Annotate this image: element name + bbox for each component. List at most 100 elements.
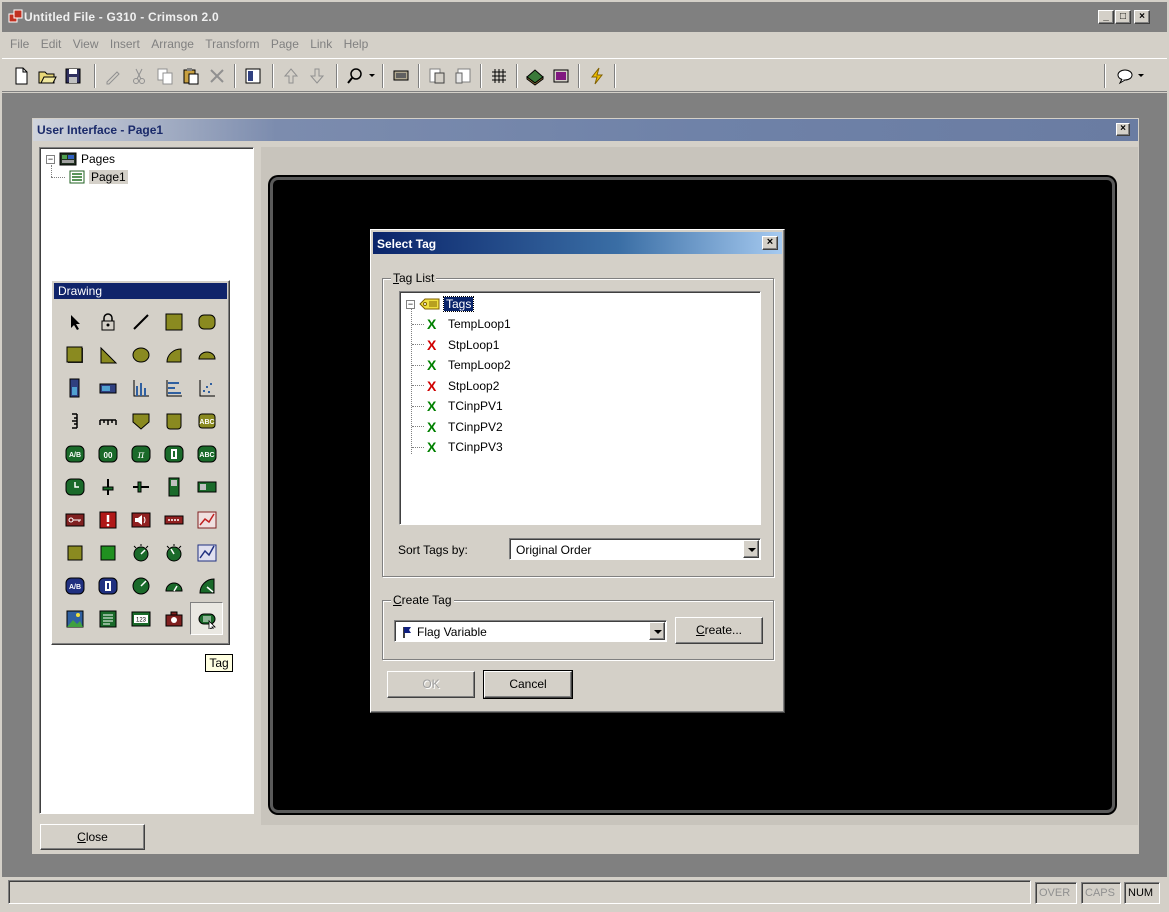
copy-icon[interactable] — [154, 65, 176, 87]
lightning-icon[interactable] — [586, 65, 608, 87]
tag-item[interactable]: X TCinpPV3 — [412, 438, 503, 456]
numeric-list-tool-icon[interactable]: 123 — [124, 602, 157, 635]
minimize-button[interactable]: _ — [1098, 10, 1114, 24]
ellipse-tool-icon[interactable] — [124, 338, 157, 371]
menu-arrange[interactable]: Arrange — [147, 34, 198, 54]
text-box-tool-icon[interactable]: ABC — [190, 404, 223, 437]
slot-tool-icon[interactable] — [157, 437, 190, 470]
sort-select[interactable]: Original Order — [509, 538, 761, 560]
dialog-close-button[interactable]: × — [762, 236, 778, 250]
camera-tool-icon[interactable] — [157, 602, 190, 635]
child-close-button[interactable]: × — [1116, 123, 1130, 136]
image-tool-icon[interactable] — [58, 602, 91, 635]
text-list-tool-icon[interactable] — [91, 602, 124, 635]
dash-button-tool-icon[interactable] — [157, 503, 190, 536]
tags-root[interactable]: − Tags — [406, 295, 475, 313]
tag-item[interactable]: X StpLoop1 — [412, 336, 499, 354]
pencil-icon[interactable] — [102, 65, 124, 87]
main-title-bar[interactable]: Untitled File - G310 - Crimson 2.0 _ □ × — [2, 2, 1167, 32]
vertical-bar-tool-icon[interactable] — [58, 371, 91, 404]
delete-icon[interactable] — [206, 65, 228, 87]
close-button[interactable]: Close — [40, 824, 145, 850]
triangle-tool-icon[interactable] — [91, 338, 124, 371]
gauge-tool-icon[interactable] — [124, 569, 157, 602]
menu-file[interactable]: File — [6, 34, 33, 54]
maximize-button[interactable]: □ — [1115, 10, 1131, 24]
blue-slot-tool-icon[interactable] — [91, 569, 124, 602]
tag-tool-icon[interactable] — [190, 602, 223, 635]
close-window-button[interactable]: × — [1134, 10, 1150, 24]
menu-edit[interactable]: Edit — [37, 34, 66, 54]
semi-gauge-tool-icon[interactable] — [157, 569, 190, 602]
quadrant-tool-icon[interactable] — [157, 338, 190, 371]
page-props-icon[interactable] — [426, 65, 448, 87]
ab-blue-tool-icon[interactable]: A/B — [58, 569, 91, 602]
grid-icon[interactable] — [488, 65, 510, 87]
comment-icon[interactable] — [1114, 65, 1148, 87]
cancel-button[interactable]: Cancel — [483, 670, 573, 699]
move-down-icon[interactable] — [306, 65, 328, 87]
menu-help[interactable]: Help — [340, 34, 373, 54]
numeric-tool-icon[interactable]: 00 — [91, 437, 124, 470]
vertical-toggle-tool-icon[interactable] — [157, 470, 190, 503]
display-icon[interactable] — [550, 65, 572, 87]
trend-button-tool-icon[interactable] — [190, 503, 223, 536]
horizontal-slider-tool-icon[interactable] — [124, 470, 157, 503]
tab-shape-tool-icon[interactable] — [157, 404, 190, 437]
horizontal-chart-tool-icon[interactable] — [157, 371, 190, 404]
tree-item-page1[interactable]: Page1 — [69, 170, 128, 184]
menu-page[interactable]: Page — [267, 34, 303, 54]
book-icon[interactable] — [524, 65, 546, 87]
create-type-dropdown-icon[interactable] — [649, 622, 665, 640]
collapse-icon[interactable]: − — [46, 154, 55, 164]
chart-tool-icon[interactable] — [190, 536, 223, 569]
cut-icon[interactable] — [128, 65, 150, 87]
alarm-button-tool-icon[interactable] — [91, 503, 124, 536]
pi-tool-icon[interactable]: π — [124, 437, 157, 470]
horizontal-bar-tool-icon[interactable] — [91, 371, 124, 404]
olive-square-tool-icon[interactable] — [58, 536, 91, 569]
menu-transform[interactable]: Transform — [201, 34, 263, 54]
tag-item[interactable]: X TCinpPV1 — [412, 397, 503, 415]
rounded-rect-tool-icon[interactable] — [190, 305, 223, 338]
menu-link[interactable]: Link — [306, 34, 336, 54]
green-square-tool-icon[interactable] — [91, 536, 124, 569]
ok-button[interactable]: OK — [387, 671, 475, 698]
tag-item[interactable]: X TCinpPV2 — [412, 418, 503, 436]
bar-chart-tool-icon[interactable] — [124, 371, 157, 404]
tree-item-pages[interactable]: − Pages — [46, 152, 115, 166]
child-title-bar[interactable]: User Interface - Page1 × — [33, 119, 1138, 141]
monitor-icon[interactable] — [390, 65, 412, 87]
menu-insert[interactable]: Insert — [106, 34, 144, 54]
speaker-button-tool-icon[interactable] — [124, 503, 157, 536]
open-icon[interactable] — [36, 65, 58, 87]
properties-icon[interactable] — [242, 65, 264, 87]
key-button-tool-icon[interactable] — [58, 503, 91, 536]
tag-item[interactable]: X TempLoop2 — [412, 356, 511, 374]
horizontal-scale-tool-icon[interactable] — [91, 404, 124, 437]
shadow-rect-tool-icon[interactable] — [58, 338, 91, 371]
sort-dropdown-icon[interactable] — [743, 540, 759, 558]
vertical-scale-tool-icon[interactable] — [58, 404, 91, 437]
dial-tool-icon[interactable] — [124, 536, 157, 569]
rectangle-tool-icon[interactable] — [157, 305, 190, 338]
create-type-select[interactable]: Flag Variable — [394, 620, 667, 642]
page-props2-icon[interactable] — [452, 65, 474, 87]
shield-shape-tool-icon[interactable] — [124, 404, 157, 437]
move-up-icon[interactable] — [280, 65, 302, 87]
vertical-slider-tool-icon[interactable] — [91, 470, 124, 503]
dial2-tool-icon[interactable] — [157, 536, 190, 569]
line-tool-icon[interactable] — [124, 305, 157, 338]
ab-text-tool-icon[interactable]: A/B — [58, 437, 91, 470]
tag-item[interactable]: X StpLoop2 — [412, 377, 499, 395]
zoom-icon[interactable] — [344, 65, 378, 87]
half-ellipse-tool-icon[interactable] — [190, 338, 223, 371]
palette-title[interactable]: Drawing — [54, 283, 227, 299]
new-icon[interactable] — [10, 65, 32, 87]
lock-tool-icon[interactable] — [91, 305, 124, 338]
menu-view[interactable]: View — [69, 34, 103, 54]
paste-icon[interactable] — [180, 65, 202, 87]
abc-text-tool-icon[interactable]: ABC — [190, 437, 223, 470]
pointer-tool-icon[interactable] — [58, 305, 91, 338]
save-icon[interactable] — [62, 65, 84, 87]
